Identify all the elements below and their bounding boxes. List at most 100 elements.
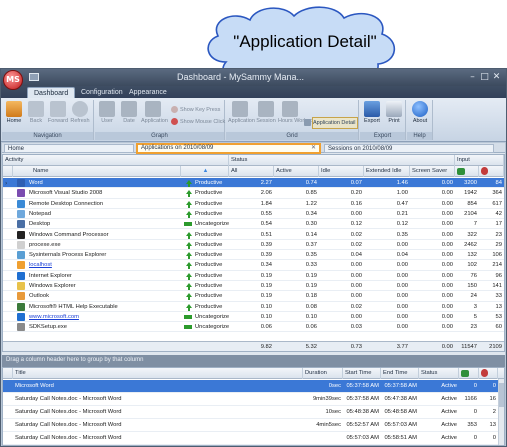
application-row[interactable]: Outlook Productive 0.19 0.18 0.00 0.00 0.00 24 3…: [3, 291, 504, 302]
application-row[interactable]: › Word Productive 2.27 0.74 0.07 1.46 0.00 3200 8…: [3, 178, 504, 189]
application-name: Internet Explorer: [29, 272, 72, 279]
detail-cell-title: Saturday Call Notes.doc - Microsoft Word: [15, 422, 122, 428]
back-button[interactable]: Back: [24, 101, 48, 124]
application-row[interactable]: Windows Command Processor Productive 0.51 0…: [3, 230, 504, 240]
application-name[interactable]: localhost: [27, 260, 181, 270]
column-all[interactable]: All: [229, 166, 274, 177]
show-mouse-click-button[interactable]: Show Mouse Click: [171, 118, 225, 125]
column-detail-mouse[interactable]: [479, 368, 498, 379]
column-detail-keyboard[interactable]: [459, 368, 479, 379]
detail-cell-title: Saturday Call Notes.doc - Microsoft Word: [15, 435, 122, 441]
doc-tab-applications[interactable]: Applications on 2010/08/09 ✕: [136, 143, 321, 154]
refresh-button[interactable]: Refresh: [68, 101, 92, 124]
application-row[interactable]: www.microsoft.com Uncategorized 0.10 0.10 0.…: [3, 312, 504, 323]
column-end-time[interactable]: End Time: [381, 368, 419, 379]
app-logo-icon[interactable]: MS: [3, 70, 23, 90]
detail-row[interactable]: Microsoft Word 0sec 05:37:58 AM 05:37:58 AM…: [3, 380, 498, 393]
application-row[interactable]: Remote Desktop Connection Productive 1.84 1…: [3, 199, 504, 209]
detail-row[interactable]: Saturday Call Notes.doc - Microsoft Word…: [3, 432, 498, 445]
cell-active: 0.18: [305, 293, 317, 300]
title-bar: MS Dashboard - MySammy Mana... – □ ✕: [1, 69, 506, 90]
grid-hours-worked-button[interactable]: Hours Worked: [278, 101, 313, 124]
cell-all: 0.39: [260, 252, 272, 259]
group-by-bar[interactable]: Drag a column header here to group by th…: [2, 355, 505, 367]
total-screen-saver: 0.00: [441, 344, 453, 350]
grid-session-button[interactable]: Session: [254, 101, 278, 124]
application-row[interactable]: Sysinternals Process Explorer Productive 0…: [3, 250, 504, 261]
application-row[interactable]: Desktop Uncategorized 0.54 0.30 0.12 0.12 0.00…: [3, 219, 504, 230]
about-button[interactable]: About: [408, 101, 432, 124]
column-mouse[interactable]: [479, 166, 504, 177]
home-button[interactable]: Home: [2, 101, 26, 124]
application-row[interactable]: Microsoft® HTML Help Executable Productiv…: [3, 302, 504, 312]
graph-application-button[interactable]: Application: [141, 101, 168, 124]
cell-idle: 0.00: [350, 262, 362, 269]
tab-appearance[interactable]: Appearance: [123, 87, 173, 98]
application-row[interactable]: Windows Explorer Productive 0.19 0.19 0.00 0.…: [3, 281, 504, 292]
column-active[interactable]: Active: [274, 166, 319, 177]
graph-user-button[interactable]: User: [95, 101, 119, 124]
mouse-click-icon: [171, 118, 178, 125]
cell-ss: 0.00: [441, 272, 453, 279]
column-duration[interactable]: Duration: [303, 368, 343, 379]
grid-application-button[interactable]: Application: [228, 101, 255, 124]
maximize-icon[interactable]: □: [479, 72, 490, 82]
column-name[interactable]: Name: [13, 166, 181, 177]
doc-tab-sessions[interactable]: Sessions on 2010/08/09: [324, 144, 494, 153]
forward-button[interactable]: Forward: [46, 101, 70, 124]
show-key-press-button[interactable]: Show Key Press: [171, 106, 220, 113]
tab-configuration[interactable]: Configuration: [75, 87, 129, 98]
close-tab-icon[interactable]: ✕: [311, 145, 316, 152]
export-icon: [364, 101, 380, 117]
detail-cell-k: 1166: [464, 396, 477, 402]
print-button[interactable]: Print: [382, 101, 406, 124]
quick-access-icon[interactable]: [29, 73, 39, 81]
cell-k: 102: [467, 262, 477, 269]
detail-scrollbar-thumb[interactable]: [499, 383, 504, 407]
column-screen-saver[interactable]: Screen Saver: [410, 166, 455, 177]
application-row[interactable]: localhost Productive 0.34 0.33 0.00 0.00 0.00 1…: [3, 260, 504, 271]
application-icon: [17, 220, 25, 229]
column-keyboard[interactable]: [455, 166, 479, 177]
detail-row[interactable]: Saturday Call Notes.doc - Microsoft Word…: [3, 419, 498, 432]
application-row[interactable]: procexe.exe Productive 0.39 0.37 0.02 0.00 0.0…: [3, 240, 504, 251]
detail-cell-k: 0: [473, 409, 477, 415]
detail-row[interactable]: Saturday Call Notes.doc - Microsoft Word…: [3, 393, 498, 406]
cell-all: 0.10: [260, 303, 272, 310]
application-name[interactable]: www.microsoft.com: [27, 312, 181, 322]
detail-cell-end: 05:58:51 AM: [384, 435, 417, 441]
column-title[interactable]: Title: [13, 368, 303, 379]
graph-date-button[interactable]: Date: [117, 101, 141, 124]
minimize-icon[interactable]: –: [467, 72, 478, 82]
cell-active: 0.06: [305, 324, 317, 331]
uncategorized-bar-icon: [184, 314, 192, 319]
session-grid-icon: [258, 101, 274, 117]
close-icon[interactable]: ✕: [491, 72, 502, 82]
column-idle[interactable]: Idle: [319, 166, 364, 177]
application-name: SDKSetup.exe: [29, 324, 68, 331]
application-row[interactable]: Internet Explorer Productive 0.19 0.19 0.00 0…: [3, 271, 504, 281]
application-row[interactable]: Notepad Productive 0.55 0.34 0.00 0.21 0.00 210…: [3, 209, 504, 220]
export-button[interactable]: Export: [360, 101, 384, 124]
detail-row[interactable]: Saturday Call Notes.doc - Microsoft Word…: [3, 406, 498, 419]
application-detail-button[interactable]: Application Detail: [304, 119, 356, 126]
total-mouse: 2109: [489, 344, 502, 350]
application-icon: [17, 271, 25, 280]
application-name: Microsoft Visual Studio 2008: [29, 190, 103, 197]
doc-tab-home[interactable]: Home: [4, 144, 134, 153]
detail-cell-title: Saturday Call Notes.doc - Microsoft Word: [15, 409, 122, 415]
detail-cell-dur: [303, 432, 343, 444]
group-help: About Help: [407, 100, 433, 140]
info-icon: [412, 101, 428, 117]
application-row[interactable]: Microsoft Visual Studio 2008 Productive 2.…: [3, 188, 504, 199]
tab-dashboard[interactable]: Dashboard: [27, 87, 76, 98]
column-start-time[interactable]: Start Time: [343, 368, 381, 379]
detail-cell-start: 05:57:03 AM: [346, 435, 379, 441]
detail-scrollbar[interactable]: [498, 379, 504, 445]
application-row[interactable]: SDKSetup.exe Uncategorized 0.06 0.06 0.03 0.0…: [3, 322, 504, 333]
column-extended-idle[interactable]: Extended Idle: [364, 166, 410, 177]
column-detail-status[interactable]: Status: [419, 368, 459, 379]
cell-active: 0.35: [305, 252, 317, 259]
application-grid-icon: [232, 101, 248, 117]
sort-arrow-icon[interactable]: ▲: [181, 166, 229, 177]
